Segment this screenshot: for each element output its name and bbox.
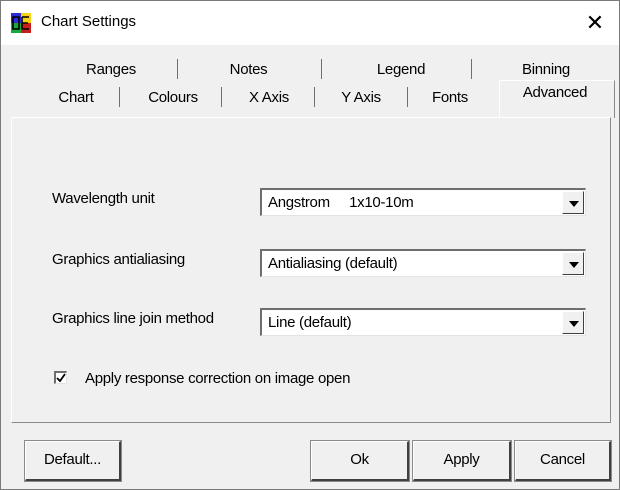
tab-notes[interactable]: Notes	[206, 59, 291, 81]
chevron-down-icon	[569, 262, 579, 268]
line-join-label: Graphics line join method	[52, 310, 214, 327]
tab-divider	[321, 59, 322, 79]
wavelength-unit-select[interactable]: Angstrom 1x10-10m	[260, 188, 586, 216]
apply-button[interactable]: Apply	[412, 440, 512, 482]
chart-settings-dialog: Chart Settings ✕ Ranges Notes Legend Bin…	[0, 0, 620, 490]
chevron-down-icon	[569, 321, 579, 327]
wavelength-unit-label: Wavelength unit	[52, 190, 155, 207]
tab-ranges[interactable]: Ranges	[61, 59, 161, 81]
antialiasing-value: Antialiasing (default)	[268, 255, 398, 272]
ok-button[interactable]: Ok	[310, 440, 410, 482]
dropdown-button[interactable]	[562, 252, 584, 275]
tab-colours[interactable]: Colours	[129, 87, 217, 109]
tab-divider	[314, 87, 315, 107]
cancel-button[interactable]: Cancel	[514, 440, 612, 482]
title-bar: Chart Settings ✕	[1, 1, 619, 45]
antialiasing-select[interactable]: Antialiasing (default)	[260, 249, 586, 277]
default-button[interactable]: Default...	[24, 440, 122, 482]
response-correction-label: Apply response correction on image open	[85, 370, 351, 387]
tab-advanced[interactable]: Advanced	[501, 82, 609, 104]
app-icon	[11, 13, 31, 33]
close-icon[interactable]: ✕	[581, 9, 609, 37]
checkmark-icon	[56, 373, 66, 383]
wavelength-unit-value: Angstrom 1x10-10m	[268, 194, 414, 211]
tab-y-axis[interactable]: Y Axis	[321, 87, 401, 109]
response-correction-checkbox[interactable]	[54, 371, 67, 384]
window-title: Chart Settings	[41, 13, 137, 30]
tab-legend[interactable]: Legend	[351, 59, 451, 81]
tab-chart[interactable]: Chart	[41, 87, 111, 109]
line-join-value: Line (default)	[268, 314, 352, 331]
tab-divider	[119, 87, 120, 107]
tab-fonts[interactable]: Fonts	[414, 87, 486, 109]
tab-x-axis[interactable]: X Axis	[229, 87, 309, 109]
chevron-down-icon	[569, 201, 579, 207]
tab-divider	[221, 87, 222, 107]
tab-divider	[407, 87, 408, 107]
antialiasing-label: Graphics antialiasing	[52, 251, 185, 268]
tab-binning[interactable]: Binning	[501, 59, 591, 81]
dropdown-button[interactable]	[562, 311, 584, 334]
tab-divider	[177, 59, 178, 79]
dropdown-button[interactable]	[562, 191, 584, 214]
tab-divider	[471, 59, 472, 79]
line-join-select[interactable]: Line (default)	[260, 308, 586, 336]
